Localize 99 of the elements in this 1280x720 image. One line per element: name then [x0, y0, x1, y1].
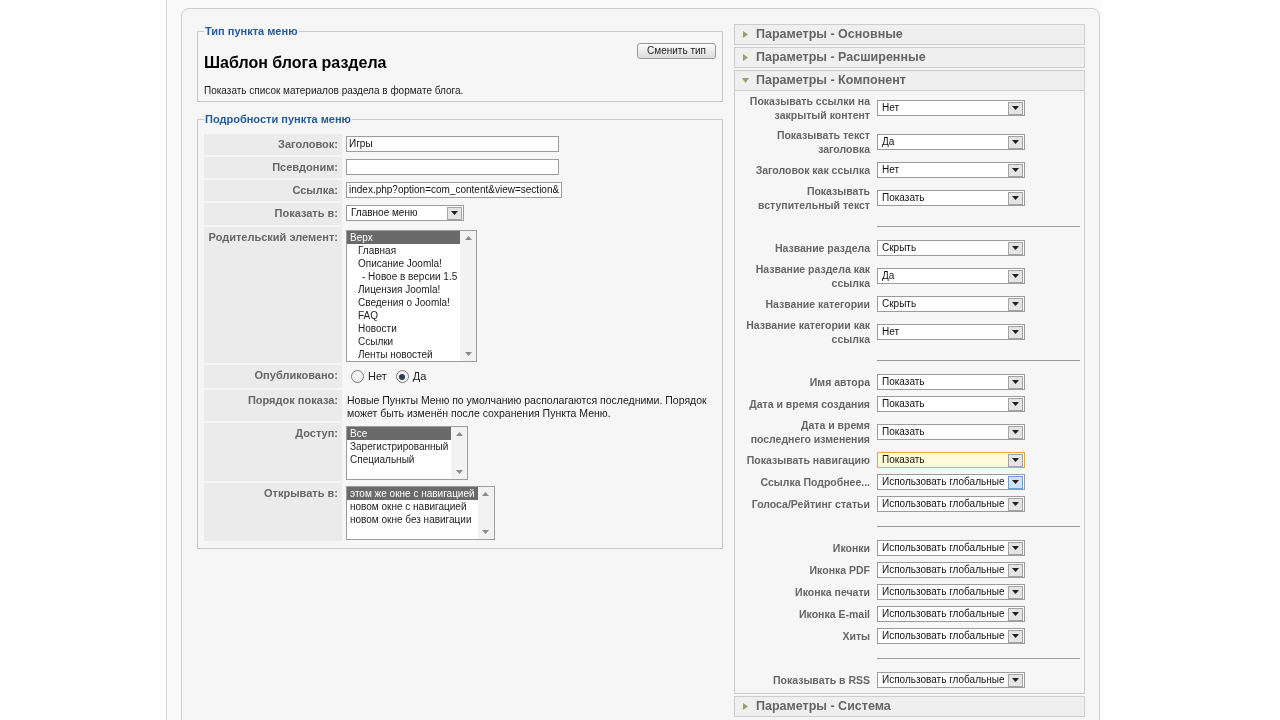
list-option[interactable]: Все: [347, 427, 452, 440]
param-label: Иконка PDF: [808, 563, 870, 577]
list-option[interactable]: Описание Joomla!: [347, 257, 461, 270]
field-label: Заголовок:: [204, 134, 342, 155]
param-label: Показывать вступительный текст: [757, 184, 870, 212]
field-label: Доступ:: [204, 423, 342, 481]
param-label: Хиты: [841, 629, 870, 643]
radio-label: Да: [412, 370, 427, 383]
panel-header[interactable]: Параметры - Основные: [734, 24, 1085, 45]
field-label: Родительский элемент:: [204, 227, 342, 363]
dropdown-select[interactable]: Нет: [877, 100, 1025, 116]
dropdown-select[interactable]: Использовать глобальные: [877, 474, 1025, 490]
list-option[interactable]: Зарегистрированный: [347, 440, 452, 453]
param-label: Название категории как ссылка: [745, 318, 870, 346]
triangle-right-icon: [743, 31, 748, 38]
field-label: Показать в:: [204, 203, 342, 225]
list-option[interactable]: Специальный: [347, 453, 452, 466]
triangle-up-icon: [455, 432, 463, 436]
menu-type-description: Показать список материалов раздела в формате блога.: [204, 84, 465, 97]
scrollbar[interactable]: [460, 231, 477, 361]
dropdown-select[interactable]: Использовать глобальные: [877, 562, 1025, 578]
dropdown-select[interactable]: Показать: [877, 374, 1025, 390]
dropdown-select[interactable]: Да: [877, 268, 1025, 284]
triangle-right-icon: [743, 54, 748, 61]
triangle-down-icon: [464, 352, 472, 356]
list-box[interactable]: этом же окне с навигацией новом окне с навигацией новом окне без навигации: [346, 486, 495, 540]
list-option[interactable]: этом же окне с навигацией: [347, 487, 478, 500]
param-label: Иконка печати: [794, 585, 870, 599]
param-label: Иконки: [831, 541, 870, 555]
param-label: Голоса/Рейтинг статьи: [750, 497, 870, 511]
dropdown-select[interactable]: Да: [877, 134, 1025, 150]
param-label: Показывать в RSS: [772, 673, 870, 687]
field-label: Ссылка:: [204, 180, 342, 201]
param-label: Имя автора: [808, 375, 870, 389]
param-label: Название раздела как ссылка: [754, 262, 870, 290]
list-option[interactable]: Сведения о Joomla!: [347, 296, 461, 309]
dropdown-select[interactable]: Использовать глобальные: [877, 496, 1025, 512]
field-label: Псевдоним:: [204, 157, 342, 178]
list-option[interactable]: FAQ: [347, 309, 461, 322]
ordering-note: Новые Пункты Меню по умолчанию располагаются последними. Порядок может быть изменён после сохранения Пункта Меню.: [346, 394, 708, 420]
list-box[interactable]: Все Зарегистрированный Специальный: [346, 426, 469, 480]
list-option[interactable]: Ленты новостей: [347, 348, 461, 361]
dropdown-select[interactable]: Использовать глобальные: [877, 628, 1025, 644]
dropdown-select[interactable]: Использовать глобальные: [877, 672, 1025, 688]
dropdown-select[interactable]: Использовать глобальные: [877, 584, 1025, 600]
list-option[interactable]: Лицензия Joomla!: [347, 283, 461, 296]
list-option[interactable]: новом окне с навигацией: [347, 500, 478, 513]
param-label: Показывать текст заголовка: [775, 128, 870, 156]
dropdown-select[interactable]: Главное меню: [346, 205, 464, 221]
dropdown-select[interactable]: Показать: [877, 424, 1025, 440]
panel-legend: Тип пункта меню: [204, 24, 299, 38]
param-label: Название раздела: [773, 241, 870, 255]
panel-header[interactable]: Параметры - Расширенные: [734, 47, 1085, 68]
list-option[interactable]: Новости: [347, 322, 461, 335]
menu-type-title: Шаблон блога раздела: [204, 54, 388, 72]
param-label: Показывать ссылки на закрытый контент: [748, 94, 870, 122]
panel-header[interactable]: Параметры - Система: [734, 696, 1085, 717]
dropdown-select[interactable]: Использовать глобальные: [877, 606, 1025, 622]
input-field[interactable]: Игры: [346, 136, 559, 152]
param-label: Иконка E-mail: [798, 607, 870, 621]
list-box[interactable]: Верх Главная Описание Joomla! - Новое в версии 1.5 Лицензия Joomla! Сведения о Joomla! FAQ Новости Ссылки Ленты новостей: [346, 230, 478, 362]
list-option[interactable]: Верх: [347, 231, 461, 244]
field-label: Порядок показа:: [204, 390, 342, 421]
dropdown-select[interactable]: Использовать глобальные: [877, 540, 1025, 556]
field-label: Опубликовано:: [204, 365, 342, 388]
input-field[interactable]: index.php?option=com_content&view=section&: [346, 182, 563, 198]
dropdown-select[interactable]: Показать: [877, 396, 1025, 412]
list-option[interactable]: Ссылки: [347, 335, 461, 348]
param-label: Заголовок как ссылка: [754, 163, 870, 177]
scrollbar[interactable]: [451, 427, 468, 479]
dropdown-select[interactable]: Нет: [877, 162, 1025, 178]
triangle-up-icon: [482, 492, 490, 496]
triangle-down-icon: [482, 530, 490, 534]
dropdown-select[interactable]: Скрыть: [877, 240, 1025, 256]
param-label: Название категории: [764, 297, 870, 311]
dropdown-select[interactable]: Показать: [877, 452, 1025, 468]
triangle-down-icon: [455, 470, 463, 474]
radio-button[interactable]: [395, 370, 409, 383]
dropdown-select[interactable]: Показать: [877, 190, 1025, 206]
panel-header[interactable]: Параметры - Компонент: [734, 70, 1085, 91]
param-label: Показывать навигацию: [745, 453, 870, 467]
param-label: Дата и время создания: [748, 397, 870, 411]
triangle-down-icon: [742, 78, 749, 83]
panel-legend: Подробности пункта меню: [204, 112, 352, 126]
triangle-up-icon: [464, 236, 472, 240]
radio-label: Нет: [368, 370, 387, 383]
field-label: Открывать в:: [204, 483, 342, 541]
input-field[interactable]: [346, 159, 559, 175]
dropdown-select[interactable]: Скрыть: [877, 296, 1025, 312]
param-label: Дата и время последнего изменения: [749, 418, 870, 446]
dropdown-select[interactable]: Нет: [877, 324, 1025, 340]
list-option[interactable]: - Новое в версии 1.5: [347, 270, 461, 283]
change-type-button[interactable]: Сменить тип: [637, 43, 716, 59]
triangle-right-icon: [743, 703, 748, 710]
scrollbar[interactable]: [477, 487, 494, 539]
param-label: Ссылка Подробнее...: [759, 475, 870, 489]
list-option[interactable]: Главная: [347, 244, 461, 257]
radio-button[interactable]: [351, 370, 364, 383]
list-option[interactable]: новом окне без навигации: [347, 513, 478, 526]
